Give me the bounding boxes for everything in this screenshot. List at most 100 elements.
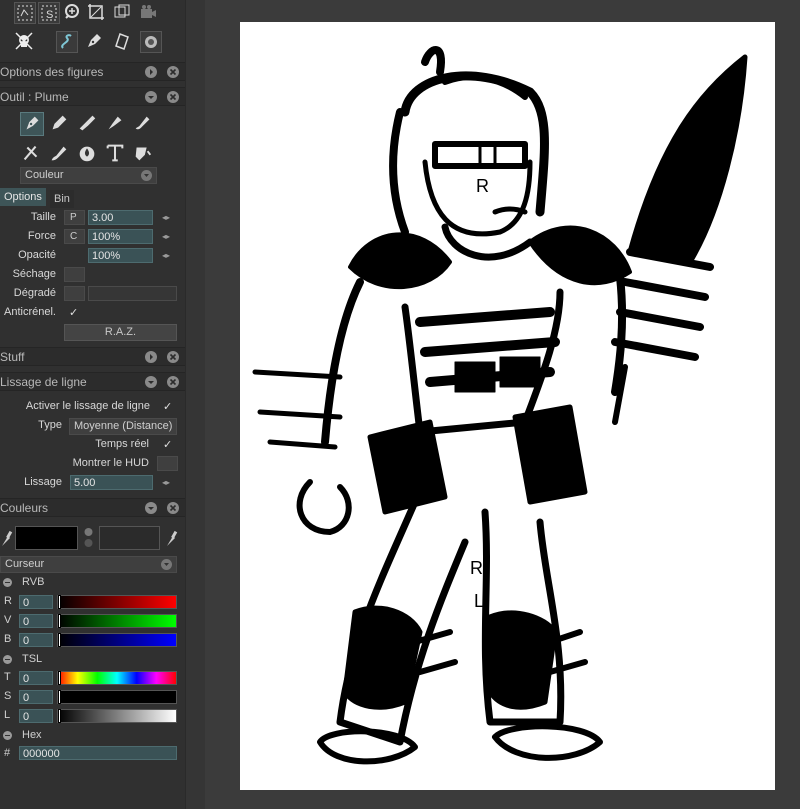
close-icon[interactable] — [167, 66, 179, 78]
close-icon[interactable] — [167, 502, 179, 514]
smoothing-type-value: Moyenne (Distance) — [74, 420, 173, 432]
force-pressure-toggle[interactable]: C — [64, 229, 85, 244]
force-spinner-icon[interactable]: ◂▸ — [162, 229, 172, 244]
smoothing-amount-input[interactable]: 5.00 — [70, 475, 153, 490]
skull-icon[interactable] — [14, 31, 36, 53]
collapse-icon[interactable] — [145, 91, 157, 103]
b-slider[interactable] — [57, 633, 177, 647]
expand-icon[interactable] — [145, 66, 157, 78]
smoothing-icon[interactable] — [56, 31, 78, 53]
collapse-icon[interactable] — [145, 502, 157, 514]
l-slider[interactable] — [57, 709, 177, 723]
toolbar-row-2 — [0, 31, 185, 61]
r-slider[interactable] — [57, 595, 177, 609]
hsl-collapse-icon[interactable] — [3, 655, 12, 664]
opacity-input[interactable]: 100% — [88, 248, 153, 263]
smoothing-enable-checkbox[interactable]: ✓ — [163, 400, 172, 413]
pencil-icon[interactable] — [48, 112, 72, 136]
rgb-collapse-icon[interactable] — [3, 578, 12, 587]
b-slider-handle[interactable] — [58, 633, 61, 647]
color-mode-select[interactable]: Couleur — [20, 167, 157, 184]
line-smoothing-title: Lissage de ligne — [0, 375, 87, 389]
gradient-toggle[interactable] — [64, 286, 85, 301]
colors-header[interactable]: Couleurs — [0, 498, 185, 517]
realtime-label: Temps réel — [95, 438, 149, 450]
realtime-checkbox[interactable]: ✓ — [163, 438, 172, 451]
l-input[interactable]: 0 — [19, 709, 53, 723]
color-mode-dropdown[interactable]: Curseur — [0, 556, 177, 573]
pen-icon[interactable] — [20, 112, 44, 136]
smoothing-type-select[interactable]: Moyenne (Distance) — [69, 418, 177, 435]
expand-icon[interactable] — [145, 351, 157, 363]
h-slider[interactable] — [57, 671, 177, 685]
force-input[interactable]: 100% — [88, 229, 153, 244]
b-input[interactable]: 0 — [19, 633, 53, 647]
eyedropper-icon[interactable] — [165, 528, 178, 548]
close-icon[interactable] — [167, 351, 179, 363]
size-prefix: P — [70, 212, 77, 223]
blur-drop-icon[interactable] — [76, 142, 100, 166]
antialias-checkbox[interactable]: ✓ — [69, 306, 78, 319]
r-input[interactable]: 0 — [19, 595, 53, 609]
l-slider-handle[interactable] — [58, 709, 61, 723]
paintbrush-icon[interactable] — [48, 142, 72, 166]
g-slider[interactable] — [57, 614, 177, 628]
text-icon[interactable] — [104, 142, 128, 166]
target-icon[interactable] — [140, 31, 162, 53]
size-input[interactable]: 3.00 — [88, 210, 153, 225]
size-spinner-icon[interactable]: ◂▸ — [162, 210, 172, 225]
tab-bin[interactable]: Bin — [50, 190, 74, 208]
b-label: B — [4, 633, 12, 645]
r-slider-handle[interactable] — [58, 595, 61, 609]
hud-toggle[interactable] — [157, 456, 178, 471]
primary-color-swatch[interactable] — [15, 526, 78, 550]
smoothing-type-label: Type — [38, 419, 62, 431]
transform-icon[interactable] — [112, 2, 134, 24]
canvas-area[interactable]: R R L — [205, 0, 800, 809]
gradient-preview[interactable] — [88, 286, 177, 301]
size-pressure-toggle[interactable]: P — [64, 210, 85, 225]
pen-tool-icon[interactable] — [84, 31, 106, 53]
swap-colors-icon[interactable] — [82, 526, 95, 550]
close-icon[interactable] — [167, 91, 179, 103]
g-label: V — [4, 614, 12, 626]
marker-icon[interactable] — [76, 112, 100, 136]
drying-toggle[interactable] — [64, 267, 85, 282]
s-slider[interactable] — [57, 690, 177, 704]
crop-icon[interactable] — [86, 2, 108, 24]
tool-header[interactable]: Outil : Plume — [0, 87, 185, 106]
zoom-icon[interactable] — [62, 2, 84, 24]
shapes-options-header[interactable]: Options des figures — [0, 62, 185, 81]
hex-collapse-icon[interactable] — [3, 731, 12, 740]
brush-tool-grid — [20, 112, 160, 170]
s-input[interactable]: 0 — [19, 690, 53, 704]
s-slider-handle[interactable] — [58, 690, 61, 704]
opacity-spinner-icon[interactable]: ◂▸ — [162, 248, 172, 263]
reset-button[interactable]: R.A.Z. — [64, 324, 177, 341]
tab-options[interactable]: Options — [0, 188, 46, 206]
airbrush-icon[interactable] — [104, 112, 128, 136]
stuff-header[interactable]: Stuff — [0, 347, 185, 366]
secondary-color-swatch[interactable] — [99, 526, 160, 550]
h-slider-handle[interactable] — [58, 671, 61, 685]
camera-icon[interactable] — [138, 2, 160, 24]
g-slider-handle[interactable] — [58, 614, 61, 628]
g-input[interactable]: 0 — [19, 614, 53, 628]
drawing-canvas[interactable]: R R L — [240, 22, 775, 790]
eyedropper-icon[interactable] — [0, 528, 13, 548]
stuff-title: Stuff — [0, 350, 25, 364]
select-s-icon[interactable]: S — [38, 2, 60, 24]
hex-input[interactable]: 000000 — [19, 746, 177, 760]
collapse-icon[interactable] — [145, 376, 157, 388]
close-icon[interactable] — [167, 376, 179, 388]
ruler-icon[interactable] — [112, 31, 134, 53]
line-smoothing-header[interactable]: Lissage de ligne — [0, 372, 185, 391]
eraser-icon[interactable] — [20, 142, 44, 166]
lasso-select-icon[interactable] — [14, 2, 36, 24]
chevron-down-icon — [141, 170, 152, 181]
brush-icon[interactable] — [132, 112, 156, 136]
fill-icon[interactable] — [132, 142, 156, 166]
smoothing-spinner-icon[interactable]: ◂▸ — [162, 475, 172, 490]
h-input[interactable]: 0 — [19, 671, 53, 685]
panel-divider[interactable] — [185, 0, 206, 809]
